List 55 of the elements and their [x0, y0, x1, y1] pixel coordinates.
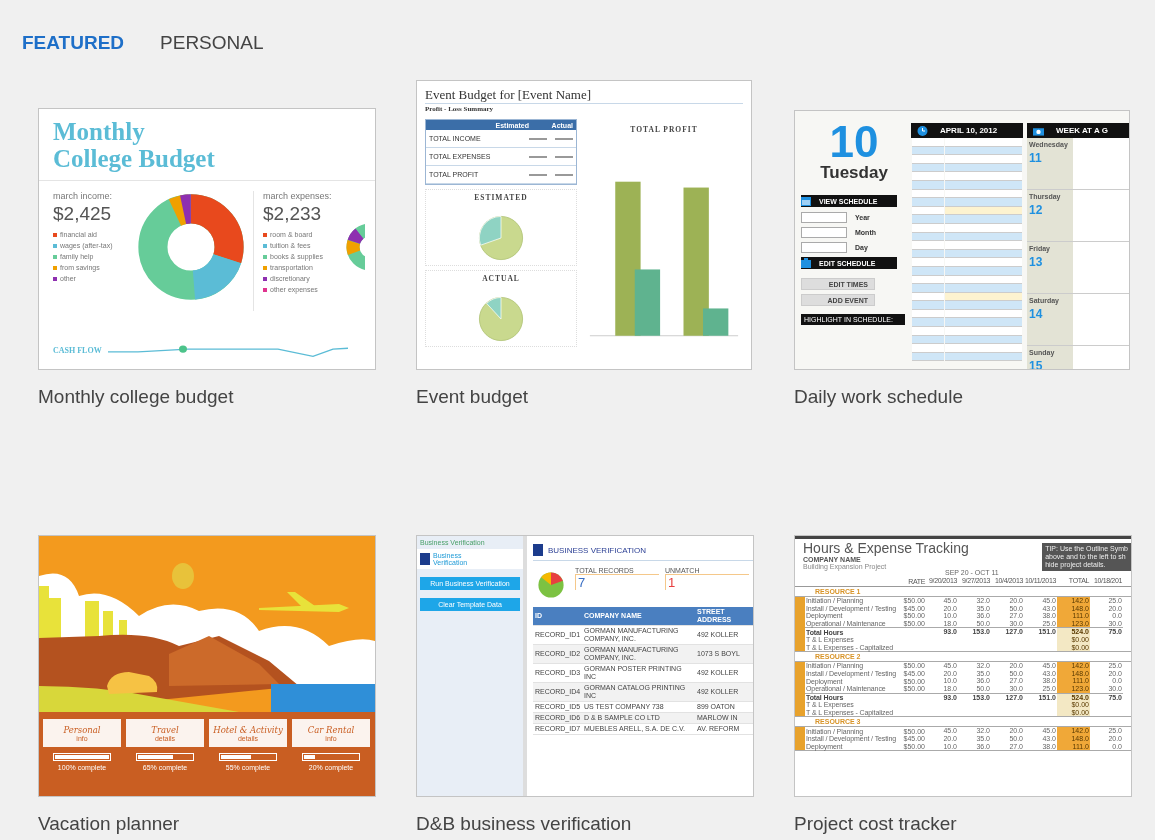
tab[interactable]: FEATURED	[22, 32, 125, 54]
preview-title: Monthly College Budget	[39, 109, 375, 181]
template-preview[interactable]	[38, 108, 376, 370]
expense-amount: $2,233	[263, 203, 323, 225]
pie-chart-drawing	[477, 214, 525, 262]
pie-chart-drawing	[477, 295, 525, 343]
template-name: Event budget	[416, 385, 529, 409]
template-name: Vacation planner	[38, 812, 181, 836]
pie-chart-drawing	[537, 571, 565, 599]
blurred-text	[555, 155, 573, 158]
template-name: Monthly college budget	[38, 385, 235, 409]
template-name: Project cost tracker	[794, 812, 958, 836]
cash-flow-label: CASH FLOW	[53, 345, 102, 355]
input-field[interactable]	[801, 227, 847, 238]
row-group-marker	[795, 597, 805, 652]
calendar-icon	[801, 196, 811, 206]
card-title: Hotel & Activity	[213, 724, 283, 735]
stat-value: 1	[665, 574, 749, 590]
stat-value: 7	[575, 574, 659, 590]
logo-icon	[420, 553, 430, 565]
logo-icon	[533, 544, 543, 556]
date-title: APRIL 10, 2012	[940, 126, 998, 135]
day-number: 13	[1029, 255, 1044, 269]
expense-label: march expenses:	[263, 191, 333, 201]
preview-title: Event Budget for [Event Name]	[425, 87, 743, 104]
card-title: Car Rental	[307, 724, 355, 735]
template-name: D&B business verification	[416, 812, 633, 836]
briefcase-icon	[801, 258, 811, 268]
template-name: Daily work schedule	[794, 385, 964, 409]
blurred-text	[529, 137, 547, 140]
day-number: 12	[1029, 203, 1044, 217]
day-number: 14	[1029, 307, 1044, 321]
preview-title: Hours & Expense Tracking	[803, 540, 969, 556]
income-amount: $2,425	[53, 203, 113, 225]
day-number: 11	[1029, 151, 1043, 165]
row-group-marker	[795, 727, 805, 751]
tab[interactable]: PERSONAL	[160, 32, 264, 54]
blurred-text	[555, 173, 573, 176]
template-preview[interactable]	[794, 535, 1132, 797]
weekday: Tuesday	[820, 163, 888, 183]
sheet-title: BUSINESS VERIFICATION	[548, 545, 647, 555]
row-group-marker	[795, 662, 805, 717]
day-number: 10	[829, 121, 879, 163]
blurred-text	[529, 155, 547, 158]
week-title: WEEK AT A G	[1056, 126, 1108, 135]
input-field[interactable]	[801, 212, 847, 223]
card-title: Travel	[151, 724, 179, 735]
card-title: Personal	[63, 724, 101, 735]
blurred-text	[529, 173, 547, 176]
input-field[interactable]	[801, 242, 847, 253]
income-label: march income:	[53, 191, 114, 201]
blurred-text	[555, 137, 573, 140]
camera-icon	[1033, 125, 1044, 136]
clock-icon	[917, 125, 928, 136]
template-preview[interactable]	[416, 535, 754, 797]
